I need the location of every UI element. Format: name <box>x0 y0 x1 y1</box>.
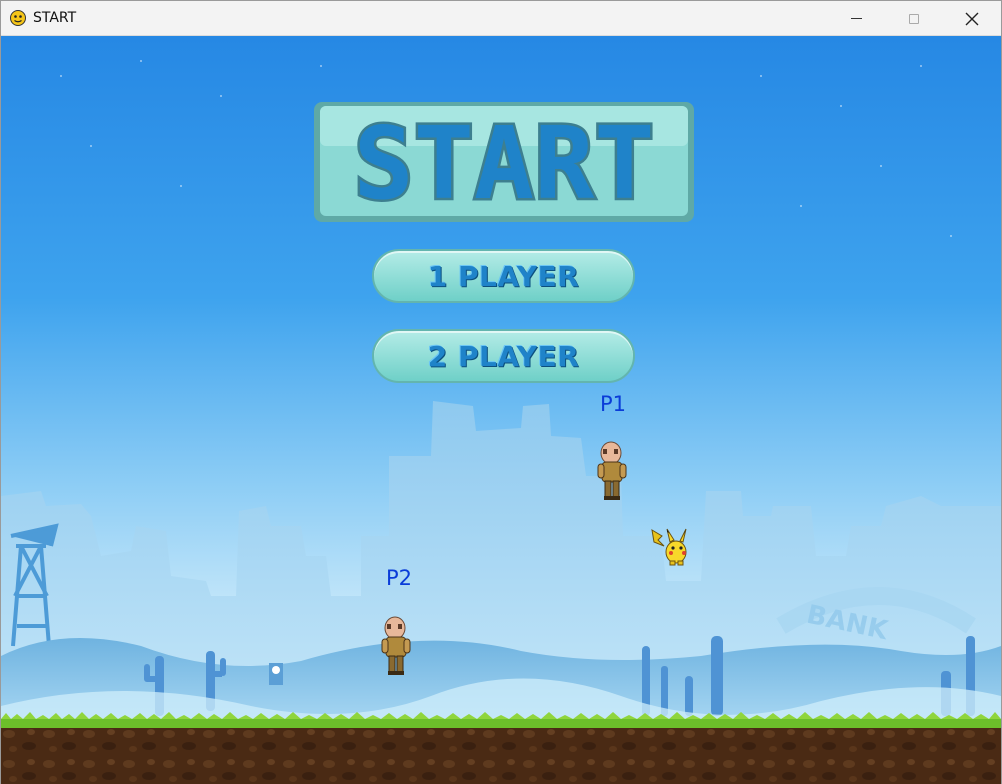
p1-label: P1 <box>600 392 627 416</box>
minimize-button[interactable] <box>827 1 885 36</box>
title-bar[interactable]: START <box>1 1 1001 36</box>
player1-character <box>597 441 627 500</box>
player2-character <box>381 616 411 675</box>
two-player-button[interactable]: 2 PLAYER <box>372 329 635 383</box>
pikachu-sprite <box>651 528 687 566</box>
skull-sign <box>269 663 283 685</box>
dirt-ground <box>1 728 1001 784</box>
one-player-label: 1 PLAYER <box>427 259 580 293</box>
maximize-icon <box>909 13 919 24</box>
window-title: START <box>33 10 77 26</box>
one-player-button[interactable]: 1 PLAYER <box>372 249 635 303</box>
pygame-snake-icon <box>10 10 26 26</box>
maximize-button[interactable] <box>885 1 943 36</box>
close-icon <box>965 12 979 25</box>
two-player-label: 2 PLAYER <box>427 339 580 373</box>
close-button[interactable] <box>943 1 1001 36</box>
p2-label: P2 <box>386 566 413 590</box>
svg-text:START: START <box>353 105 654 222</box>
game-window: START BANK START 1 PLAYER 2 PLAYER P1 P2 <box>0 0 1002 784</box>
minimize-icon <box>850 18 862 19</box>
game-canvas[interactable]: BANK START 1 PLAYER 2 PLAYER P1 P2 <box>1 36 1001 784</box>
start-logo: START <box>314 102 694 224</box>
